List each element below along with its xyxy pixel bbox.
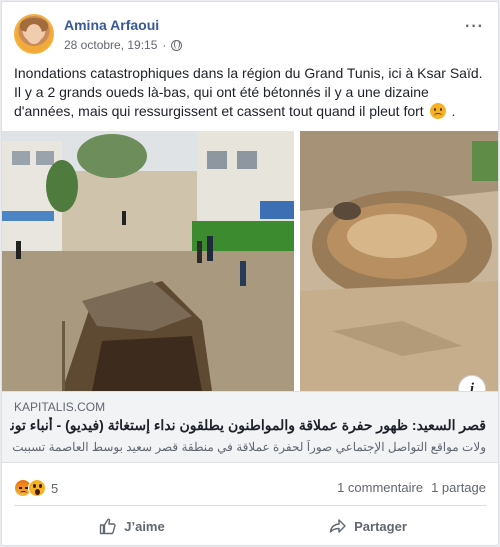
post-header: Amina Arfaoui 28 octobre, 19:15 · ··· (14, 14, 484, 58)
flood-photo-collage (2, 131, 498, 391)
more-options-icon[interactable]: ··· (465, 18, 484, 36)
post-meta: 28 octobre, 19:15 · (64, 38, 183, 52)
avatar-face (26, 24, 42, 44)
like-label: J’aime (124, 518, 165, 534)
post-text-main: Inondations catastrophiques dans la régi… (14, 65, 483, 119)
wow-reaction-icon (28, 479, 46, 497)
post-timestamp[interactable]: 28 octobre, 19:15 (64, 38, 157, 52)
post-card: Amina Arfaoui 28 octobre, 19:15 · ··· In… (1, 1, 499, 546)
link-preview-image[interactable] (2, 131, 498, 391)
link-description: ولات مواقع التواصل الإجتماعي صوراً لحفرة… (10, 440, 486, 454)
engagement-counts: 1 commentaire 1 partage (337, 480, 486, 495)
reaction-count: 5 (51, 480, 59, 496)
street-sinkhole-photo (2, 131, 294, 391)
comments-count[interactable]: 1 commentaire (337, 480, 423, 495)
actions-divider (14, 505, 486, 506)
thumbs-up-icon (100, 518, 116, 535)
post-actions: J’aime Partager (14, 509, 486, 543)
water-eruption-photo (300, 131, 498, 391)
link-preview[interactable]: KAPITALIS.COM قصر السعيد: ظهور حفرة عملا… (2, 391, 498, 463)
post-text: Inondations catastrophiques dans la régi… (14, 64, 490, 121)
post-text-end: . (451, 103, 456, 119)
globe-icon[interactable] (171, 39, 183, 51)
meta-separator: · (162, 38, 167, 52)
shares-count[interactable]: 1 partage (431, 480, 486, 495)
share-label: Partager (354, 518, 407, 534)
disappointed-face-emoji (429, 103, 446, 119)
reactions-summary[interactable]: 5 (14, 478, 58, 498)
avatar[interactable] (14, 14, 54, 54)
link-title[interactable]: قصر السعيد: ظهور حفرة عملاقة والمواطنون … (10, 417, 486, 434)
link-domain: KAPITALIS.COM (14, 400, 106, 414)
like-button[interactable]: J’aime (14, 509, 250, 543)
share-arrow-icon (329, 519, 346, 533)
author-name[interactable]: Amina Arfaoui (64, 17, 159, 33)
share-button[interactable]: Partager (250, 509, 486, 543)
